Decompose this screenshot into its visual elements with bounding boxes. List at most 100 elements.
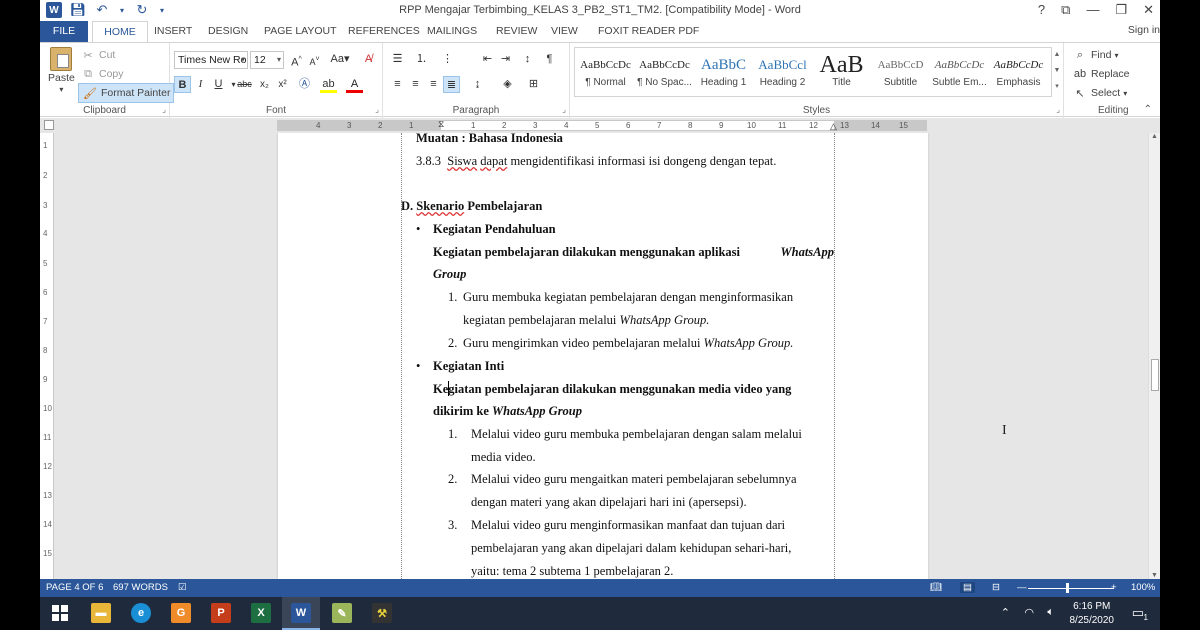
grow-font-icon[interactable]: A^ bbox=[288, 51, 305, 69]
copy-button[interactable]: ⧉ Copy bbox=[80, 66, 123, 82]
help-button[interactable]: ? bbox=[1038, 2, 1045, 18]
windows-start-icon[interactable] bbox=[50, 603, 70, 623]
page-count[interactable]: PAGE 4 OF 6 bbox=[46, 582, 103, 593]
style-emphasis[interactable]: AaBbCcDc Emphasis bbox=[989, 53, 1048, 93]
font-name-combo[interactable]: Times New Ro ▾ bbox=[174, 51, 248, 69]
read-mode-icon[interactable]: 📖︎ bbox=[930, 582, 942, 593]
tab-page-layout[interactable]: PAGE LAYOUT bbox=[256, 21, 345, 42]
sort-icon[interactable]: ↕ bbox=[519, 51, 536, 68]
ruler-track[interactable]: 4 3 2 1 ⧖ 1 2 3 4 5 6 7 8 9 10 11 12 △ 1… bbox=[277, 119, 927, 132]
borders-icon[interactable]: ⊞ bbox=[525, 76, 542, 93]
paste-button[interactable]: Paste ▾ bbox=[48, 47, 75, 94]
multilevel-list-icon[interactable]: ⋮ bbox=[439, 51, 456, 68]
excel-icon[interactable]: X bbox=[251, 603, 271, 623]
style-subtle-emphasis[interactable]: AaBbCcDc Subtle Em... bbox=[930, 53, 989, 93]
toolkit-app-icon[interactable]: ⚒ bbox=[372, 603, 392, 623]
edge-browser-icon[interactable]: e bbox=[131, 603, 151, 623]
align-right-icon[interactable]: ≡ bbox=[425, 76, 442, 93]
tab-file[interactable]: FILE bbox=[40, 21, 88, 42]
superscript-button[interactable]: x² bbox=[274, 76, 291, 93]
subscript-button[interactable]: x₂ bbox=[256, 76, 273, 93]
shading-icon[interactable]: ◈ bbox=[499, 76, 516, 93]
scroll-down-icon[interactable]: ▼ bbox=[1151, 572, 1158, 579]
scroll-up-icon[interactable]: ▲ bbox=[1151, 133, 1158, 140]
bullet-inti: • bbox=[416, 359, 421, 373]
find-button[interactable]: ⌕ Find ▾ bbox=[1072, 47, 1119, 63]
indent-marker-icon[interactable]: ⧖ bbox=[438, 119, 444, 130]
ribbon-display-button[interactable]: ⧉ bbox=[1061, 2, 1070, 18]
file-explorer-icon[interactable]: ▬ bbox=[91, 603, 111, 623]
clock[interactable]: 6:16 PM 8/25/2020 bbox=[1070, 600, 1115, 628]
justify-icon[interactable]: ≣ bbox=[443, 76, 460, 93]
bold-button[interactable]: B bbox=[174, 76, 191, 93]
volume-icon[interactable]: 🔈︎ bbox=[1047, 606, 1054, 619]
styles-scroll[interactable]: ▲ ▼ ▾ bbox=[1052, 47, 1062, 97]
font-size-combo[interactable]: 12 ▾ bbox=[250, 51, 284, 69]
zoom-in-icon[interactable]: + bbox=[1111, 582, 1117, 593]
web-layout-icon[interactable]: ⊟ bbox=[992, 582, 1000, 593]
change-case-icon[interactable]: Aa▾ bbox=[328, 51, 352, 68]
increase-indent-icon[interactable]: ⇥ bbox=[497, 51, 514, 68]
show-hidden-icons-icon[interactable]: ⌃ bbox=[1001, 606, 1010, 619]
word-icon[interactable]: W bbox=[291, 603, 311, 623]
align-center-icon[interactable]: ≡ bbox=[407, 76, 424, 93]
zoom-slider-thumb[interactable] bbox=[1066, 583, 1069, 593]
gtk-app-icon[interactable]: G bbox=[171, 603, 191, 623]
notepad-app-icon[interactable]: ✎ bbox=[332, 603, 352, 623]
minimize-button[interactable]: — bbox=[1086, 2, 1099, 18]
tab-foxit-reader-pdf[interactable]: FOXIT READER PDF bbox=[590, 21, 707, 42]
style-heading-1[interactable]: AaBbC Heading 1 bbox=[694, 53, 753, 93]
word-count[interactable]: 697 WORDS bbox=[113, 582, 168, 593]
print-layout-icon[interactable]: ▤ bbox=[960, 582, 975, 593]
sign-in-link[interactable]: Sign in bbox=[1128, 24, 1160, 36]
wifi-icon[interactable]: ◠ bbox=[1024, 606, 1034, 619]
powerpoint-icon[interactable]: P bbox=[211, 603, 231, 623]
zoom-level[interactable]: 100% bbox=[1131, 582, 1155, 593]
line-spacing-icon[interactable]: ↨ bbox=[469, 76, 486, 93]
style-title[interactable]: AaB Title bbox=[812, 53, 871, 93]
tab-mailings[interactable]: MAILINGS bbox=[419, 21, 485, 42]
vertical-scrollbar[interactable]: ▲ ▼ bbox=[1148, 133, 1160, 579]
select-button[interactable]: ↖ Select ▾ bbox=[1072, 85, 1127, 101]
replace-button[interactable]: ab Replace bbox=[1072, 66, 1130, 82]
paragraph-launcher-icon[interactable]: ⌟ bbox=[562, 105, 566, 114]
style-heading-2[interactable]: AaBbCcl Heading 2 bbox=[753, 53, 812, 93]
font-launcher-icon[interactable]: ⌟ bbox=[375, 105, 379, 114]
shrink-font-icon[interactable]: A˅ bbox=[306, 51, 323, 68]
tab-references[interactable]: REFERENCES bbox=[340, 21, 428, 42]
proofing-icon[interactable]: ☑ bbox=[178, 582, 187, 593]
zoom-out-icon[interactable]: — bbox=[1017, 582, 1027, 593]
right-indent-marker-icon[interactable]: △ bbox=[830, 121, 837, 132]
text-effects-icon[interactable]: Ⓐ bbox=[296, 76, 313, 93]
tab-selector[interactable] bbox=[44, 120, 54, 130]
tab-design[interactable]: DESIGN bbox=[200, 21, 256, 42]
document-page[interactable]: Muatan : Bahasa Indonesia 3.8.3 Siswa da… bbox=[278, 133, 928, 579]
numbering-icon[interactable]: ⒈ bbox=[413, 51, 430, 68]
bullets-icon[interactable]: ☰ bbox=[389, 51, 406, 68]
format-painter-button[interactable]: 🖌︎ Format Painter bbox=[78, 83, 175, 103]
clipboard-launcher-icon[interactable]: ⌟ bbox=[162, 105, 166, 114]
style-no-spacing[interactable]: AaBbCcDc ¶ No Spac... bbox=[635, 53, 694, 93]
tab-view[interactable]: VIEW bbox=[543, 21, 586, 42]
highlight-icon[interactable]: ab bbox=[320, 76, 337, 93]
restore-button[interactable]: ❐ bbox=[1115, 2, 1127, 18]
decrease-indent-icon[interactable]: ⇤ bbox=[479, 51, 496, 68]
close-button[interactable]: ✕ bbox=[1143, 2, 1154, 18]
collapse-ribbon-icon[interactable]: ⌃ bbox=[1144, 104, 1152, 115]
style-normal[interactable]: AaBbCcDc ¶ Normal bbox=[576, 53, 635, 93]
scrollbar-thumb[interactable] bbox=[1151, 359, 1159, 391]
notification-center-icon[interactable]: ▭ bbox=[1132, 605, 1144, 621]
align-left-icon[interactable]: ≡ bbox=[389, 76, 406, 93]
font-color-icon[interactable]: A bbox=[346, 76, 363, 93]
italic-button[interactable]: I bbox=[192, 76, 209, 93]
tab-review[interactable]: REVIEW bbox=[488, 21, 545, 42]
zoom-slider[interactable] bbox=[1028, 588, 1114, 589]
tab-home[interactable]: HOME bbox=[92, 21, 148, 42]
tab-insert[interactable]: INSERT bbox=[146, 21, 200, 42]
strikethrough-button[interactable]: abc bbox=[236, 76, 253, 93]
clear-formatting-icon[interactable]: A̸ bbox=[360, 51, 377, 68]
cut-button[interactable]: ✂ Cut bbox=[80, 47, 115, 63]
show-formatting-marks-icon[interactable]: ¶ bbox=[541, 51, 558, 68]
styles-launcher-icon[interactable]: ⌟ bbox=[1056, 105, 1060, 114]
style-subtitle[interactable]: AaBbCcD Subtitle bbox=[871, 53, 930, 93]
